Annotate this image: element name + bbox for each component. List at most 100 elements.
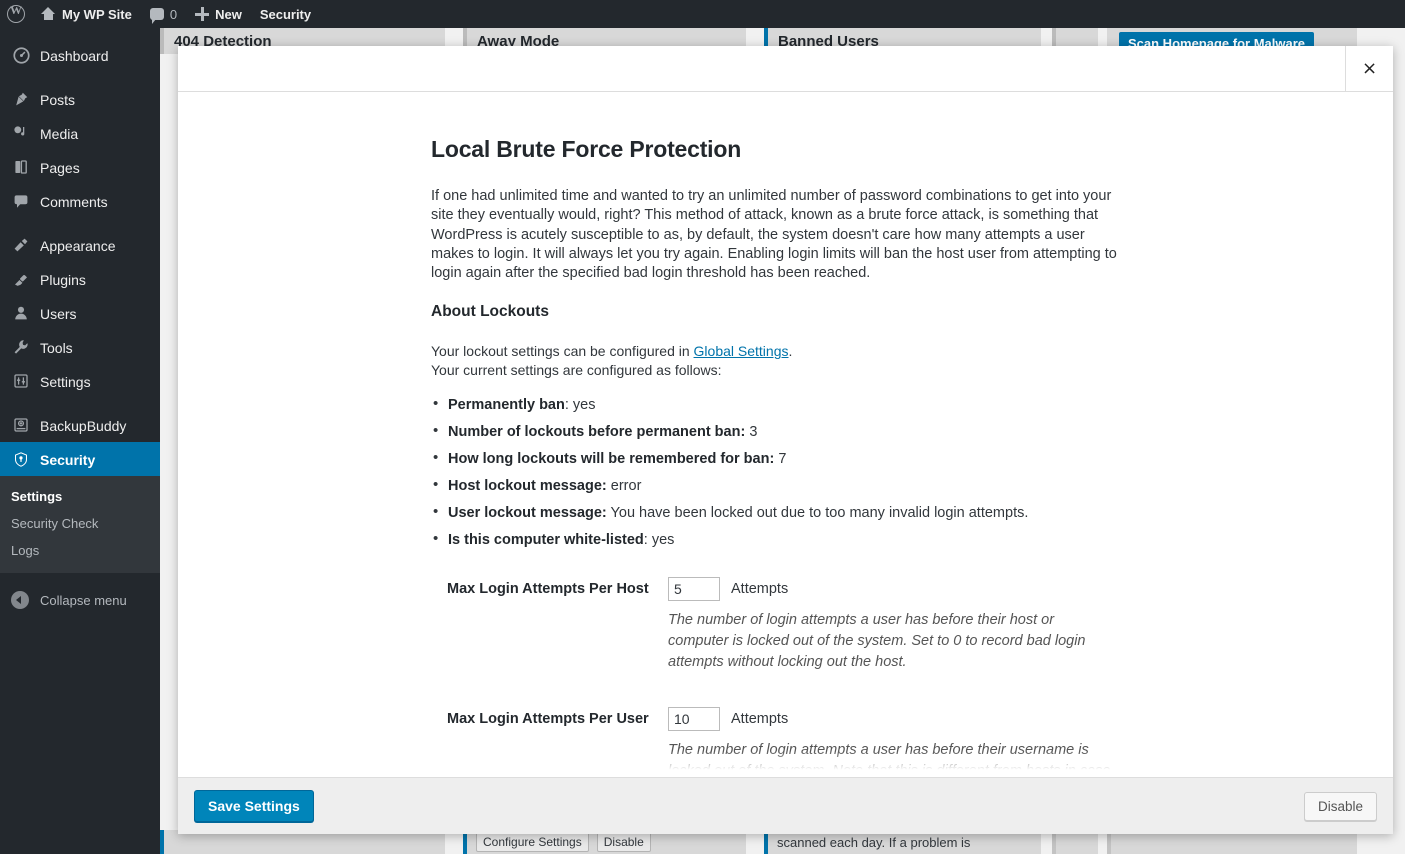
modal-scroll-region[interactable]: Local Brute Force Protection If one had … <box>178 92 1393 777</box>
sidebar-item-dashboard[interactable]: Dashboard <box>0 38 160 72</box>
media-icon <box>11 123 31 143</box>
list-item-value: yes <box>651 532 675 549</box>
modal-content-column: Local Brute Force Protection If one had … <box>431 136 1124 777</box>
sidebar-item-tools[interactable]: Tools <box>0 330 160 364</box>
comment-icon <box>149 8 164 24</box>
sidebar-item-label: Tools <box>40 339 73 356</box>
save-settings-button[interactable]: Save Settings <box>194 790 314 822</box>
list-item-value: 7 <box>778 451 787 468</box>
site-name-label: My WP Site <box>62 6 132 22</box>
pin-icon <box>11 89 31 109</box>
submenu-item-security-check[interactable]: Security Check <box>0 510 160 537</box>
modal-footer: Save Settings Disable <box>178 777 1393 834</box>
sidebar-item-label: Comments <box>40 193 108 210</box>
list-item-value: error <box>610 478 642 495</box>
current-menu-arrow-icon <box>160 451 168 467</box>
configure-settings-button[interactable]: Configure Settings <box>476 832 589 852</box>
intro-paragraph: If one had unlimited time and wanted to … <box>431 188 1117 282</box>
new-label: New <box>215 6 242 22</box>
list-item-label: How long lockouts will be remembered for… <box>448 451 775 468</box>
plug-icon <box>11 269 31 289</box>
sidebar-item-users[interactable]: Users <box>0 296 160 330</box>
list-item-label: Host lockout message: <box>448 478 607 495</box>
setting-label: Max Login Attempts Per Host <box>447 581 649 598</box>
sidebar-item-label: Settings <box>40 373 91 390</box>
security-link[interactable]: Security <box>251 0 320 28</box>
list-item: Permanently ban: yes <box>431 395 1124 414</box>
sidebar-item-settings[interactable]: Settings <box>0 364 160 398</box>
field-help-text: The number of login attempts a user has … <box>668 742 1111 777</box>
plus-icon <box>195 7 210 21</box>
home-icon <box>41 7 56 21</box>
list-item-label: Is this computer white-listed <box>448 532 644 549</box>
sidebar-item-label: Security <box>40 451 96 468</box>
sidebar-item-label: Dashboard <box>40 47 109 64</box>
max-login-attempts-per-user-input[interactable] <box>668 707 720 732</box>
page-title: Local Brute Force Protection <box>431 136 742 162</box>
submenu-item-settings[interactable]: Settings <box>0 483 160 510</box>
list-item: Number of lockouts before permanent ban:… <box>431 422 1124 441</box>
module-settings-modal: × Local Brute Force Protection If one ha… <box>178 46 1393 834</box>
new-content-link[interactable]: New <box>186 0 251 28</box>
about-lockouts-heading: About Lockouts <box>431 303 549 321</box>
close-icon[interactable]: × <box>1345 46 1393 91</box>
list-item-sep: : <box>564 397 573 414</box>
field-line: Attempts <box>668 707 1124 732</box>
list-item-value: yes <box>572 397 596 414</box>
site-name-link[interactable]: My WP Site <box>32 0 141 28</box>
collapse-menu-button[interactable]: Collapse menu <box>0 583 160 617</box>
comment-count: 0 <box>169 6 178 22</box>
lockout-settings-list: Permanently ban: yes Number of lockouts … <box>431 395 1124 549</box>
sidebar-item-media[interactable]: Media <box>0 116 160 150</box>
sidebar-item-label: Users <box>40 305 77 322</box>
disable-button[interactable]: Disable <box>596 832 651 852</box>
global-settings-link[interactable]: Global Settings <box>694 343 789 359</box>
collapse-menu-label: Collapse menu <box>40 592 127 608</box>
lockout-config-lines: Your lockout settings can be configured … <box>431 342 1124 380</box>
sidebar-item-backupbuddy[interactable]: BackupBuddy <box>0 408 160 442</box>
sidebar-item-comments[interactable]: Comments <box>0 184 160 218</box>
security-label: Security <box>259 6 312 22</box>
setting-field: Attempts The number of login attempts a … <box>668 707 1124 777</box>
paintbrush-icon <box>11 235 31 255</box>
user-icon <box>11 303 31 323</box>
list-item: Is this computer white-listed: yes <box>431 530 1124 549</box>
setting-label: Max Login Attempts Per User <box>447 711 649 728</box>
wrench-icon <box>11 337 31 357</box>
sidebar-item-label: Media <box>40 125 79 142</box>
sidebar-item-label: Appearance <box>40 237 116 254</box>
setting-row-max-login-attempts-per-user: Max Login Attempts Per User Attempts The… <box>431 707 1124 777</box>
config-line-suffix: . <box>788 343 793 360</box>
wp-admin-bar: My WP Site 0 New Security <box>0 0 1405 28</box>
comments-link[interactable]: 0 <box>141 0 186 28</box>
modal-header: × <box>178 46 1393 92</box>
list-item-value: 3 <box>749 424 758 441</box>
disable-module-button[interactable]: Disable <box>1303 791 1377 821</box>
field-line: Attempts <box>668 577 1124 602</box>
sidebar-item-plugins[interactable]: Plugins <box>0 262 160 296</box>
sidebar-item-posts[interactable]: Posts <box>0 82 160 116</box>
comment-icon <box>11 191 31 211</box>
field-unit-label: Attempts <box>731 711 789 728</box>
field-help-text: The number of login attempts a user has … <box>668 612 1086 671</box>
config-line-prefix: Your lockout settings can be configured … <box>431 343 694 360</box>
backupbuddy-icon <box>11 415 31 435</box>
list-item-label: Permanently ban <box>448 397 565 414</box>
shield-icon <box>11 449 31 469</box>
sidebar-item-appearance[interactable]: Appearance <box>0 228 160 262</box>
sidebar-item-label: BackupBuddy <box>40 417 127 434</box>
wordpress-logo-icon <box>7 3 25 23</box>
submenu-item-logs[interactable]: Logs <box>0 537 160 564</box>
config-line-2: Your current settings are configured as … <box>431 362 722 379</box>
sidebar-item-pages[interactable]: Pages <box>0 150 160 184</box>
setting-row-max-login-attempts-per-host: Max Login Attempts Per Host Attempts The… <box>431 577 1124 673</box>
sidebar-item-label: Posts <box>40 91 76 108</box>
wordpress-logo-button[interactable] <box>0 0 32 28</box>
max-login-attempts-per-host-input[interactable] <box>668 577 720 602</box>
collapse-arrow-icon <box>11 591 29 609</box>
pages-icon <box>11 157 31 177</box>
sidebar-item-security[interactable]: Security <box>0 442 168 476</box>
list-item-value: You have been locked out due to too many… <box>610 505 1029 522</box>
list-item: User lockout message: You have been lock… <box>431 503 1124 522</box>
